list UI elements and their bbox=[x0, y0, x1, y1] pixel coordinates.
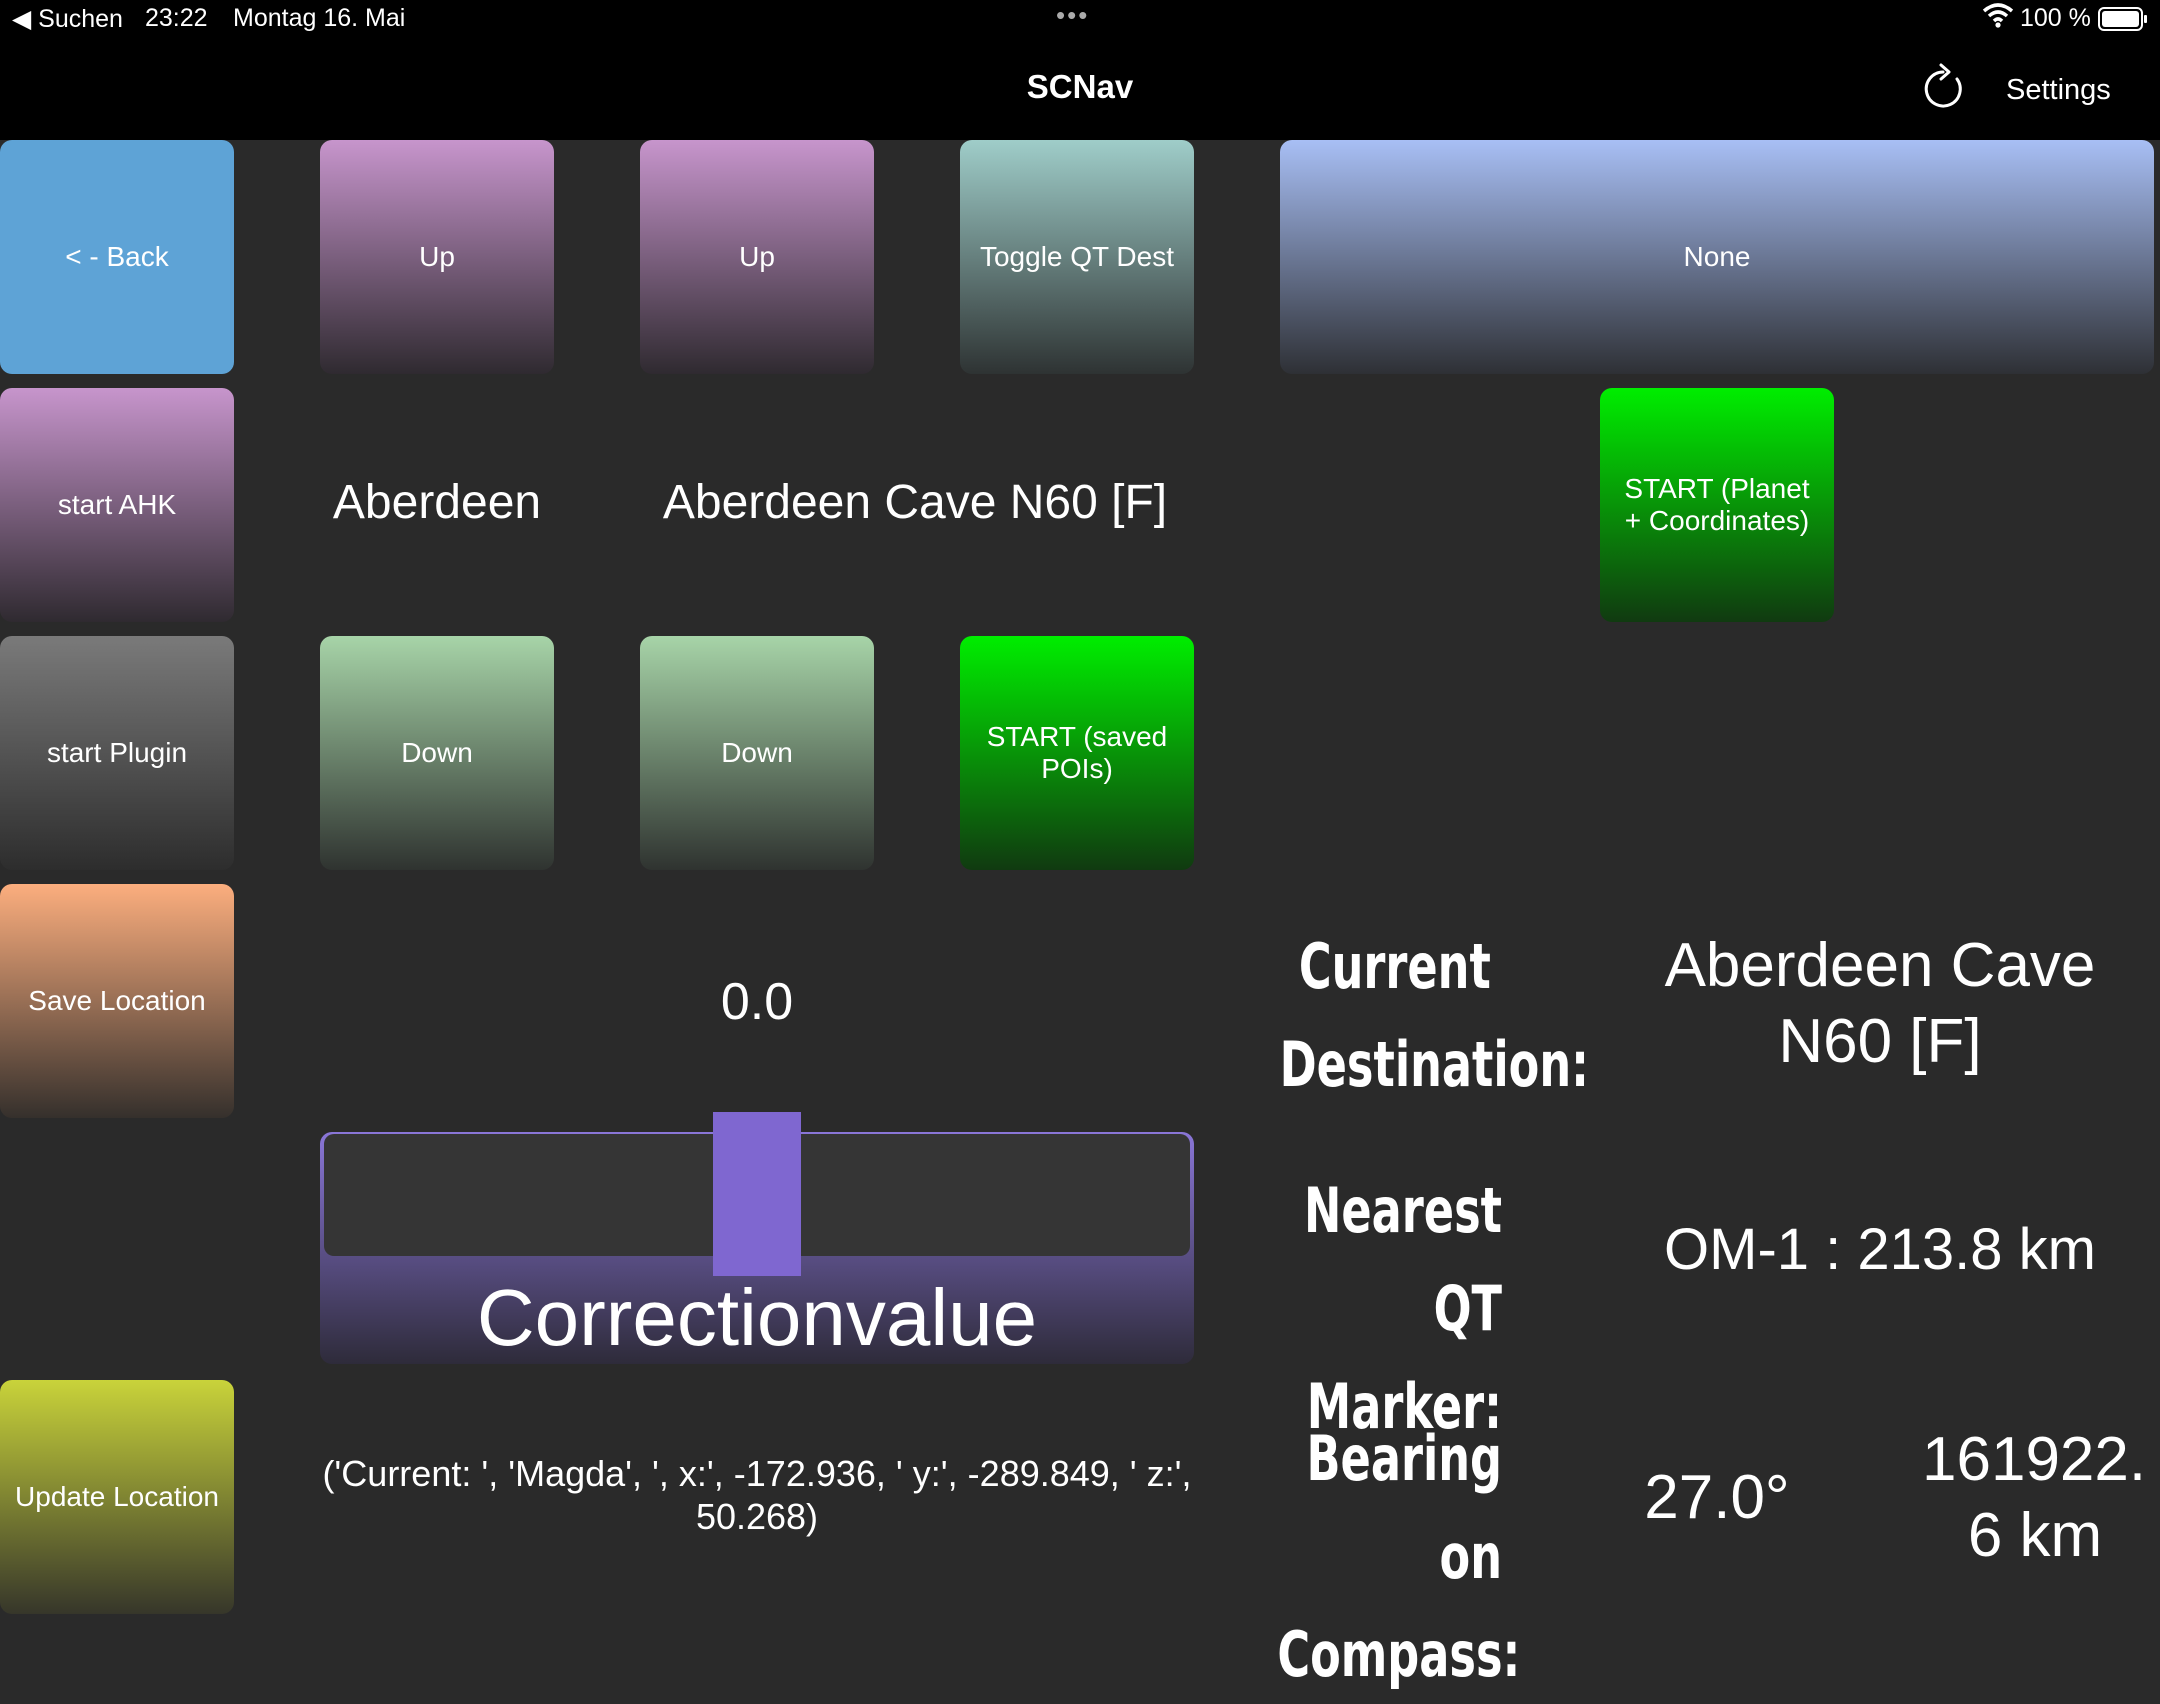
start-saved-pois-button[interactable]: START (saved POIs) bbox=[960, 636, 1194, 870]
refresh-icon[interactable] bbox=[1922, 62, 1968, 114]
back-to-app-link[interactable]: ◀ Suchen bbox=[12, 4, 123, 34]
correction-value-readout: 0.0 bbox=[720, 973, 794, 1031]
navigation-bar: SCNav Settings bbox=[0, 40, 2160, 140]
save-location-button[interactable]: Save Location bbox=[0, 884, 234, 1118]
multitasking-dots[interactable]: ••• bbox=[1056, 0, 1089, 31]
current-destination-value: Aberdeen Cave N60 [F] bbox=[1664, 931, 2096, 1076]
battery-icon bbox=[2098, 7, 2148, 38]
page-title: SCNav bbox=[1026, 68, 1134, 105]
bearing-label: Bearing on Compass: bbox=[1277, 1422, 1521, 1691]
distance-value: 161922. 6 km bbox=[1922, 1425, 2147, 1570]
settings-button[interactable]: Settings bbox=[2006, 74, 2111, 107]
start-planet-coordinates-button[interactable]: START (Planet + Coordinates) bbox=[1600, 388, 1834, 622]
battery-percent: 100 % bbox=[2020, 4, 2091, 32]
poi-down-button[interactable]: Down bbox=[640, 636, 874, 870]
back-button[interactable]: < - Back bbox=[0, 140, 234, 374]
status-bar: ◀ Suchen 23:22 Montag 16. Mai ••• 100 % bbox=[0, 0, 2160, 40]
planet-label: Aberdeen bbox=[332, 476, 542, 529]
correction-slider-thumb[interactable] bbox=[713, 1112, 801, 1276]
nearest-qt-marker-value: OM-1 : 213.8 km bbox=[1664, 1217, 2096, 1282]
planet-down-button[interactable]: Down bbox=[320, 636, 554, 870]
wifi-icon bbox=[1982, 2, 2014, 35]
date: Montag 16. Mai bbox=[233, 4, 406, 32]
planet-up-button[interactable]: Up bbox=[320, 140, 554, 374]
correction-label: Correctionvalue bbox=[476, 1273, 1038, 1362]
none-button[interactable]: None bbox=[1280, 140, 2154, 374]
start-plugin-button[interactable]: start Plugin bbox=[0, 636, 234, 870]
update-location-button[interactable]: Update Location bbox=[0, 1380, 234, 1614]
toggle-qt-dest-button[interactable]: Toggle QT Dest bbox=[960, 140, 1194, 374]
start-ahk-button[interactable]: start AHK bbox=[0, 388, 234, 622]
current-destination-label: Current Destination: bbox=[1279, 930, 1589, 1101]
poi-label: Aberdeen Cave N60 [F] bbox=[662, 476, 1168, 529]
bearing-value: 27.0° bbox=[1644, 1463, 1790, 1532]
current-location-text: ('Current: ', 'Magda', ', x:', -172.936,… bbox=[322, 1453, 1192, 1538]
correction-slider-panel: Correctionvalue bbox=[320, 1112, 1194, 1364]
poi-up-button[interactable]: Up bbox=[640, 140, 874, 374]
clock: 23:22 bbox=[145, 4, 208, 32]
